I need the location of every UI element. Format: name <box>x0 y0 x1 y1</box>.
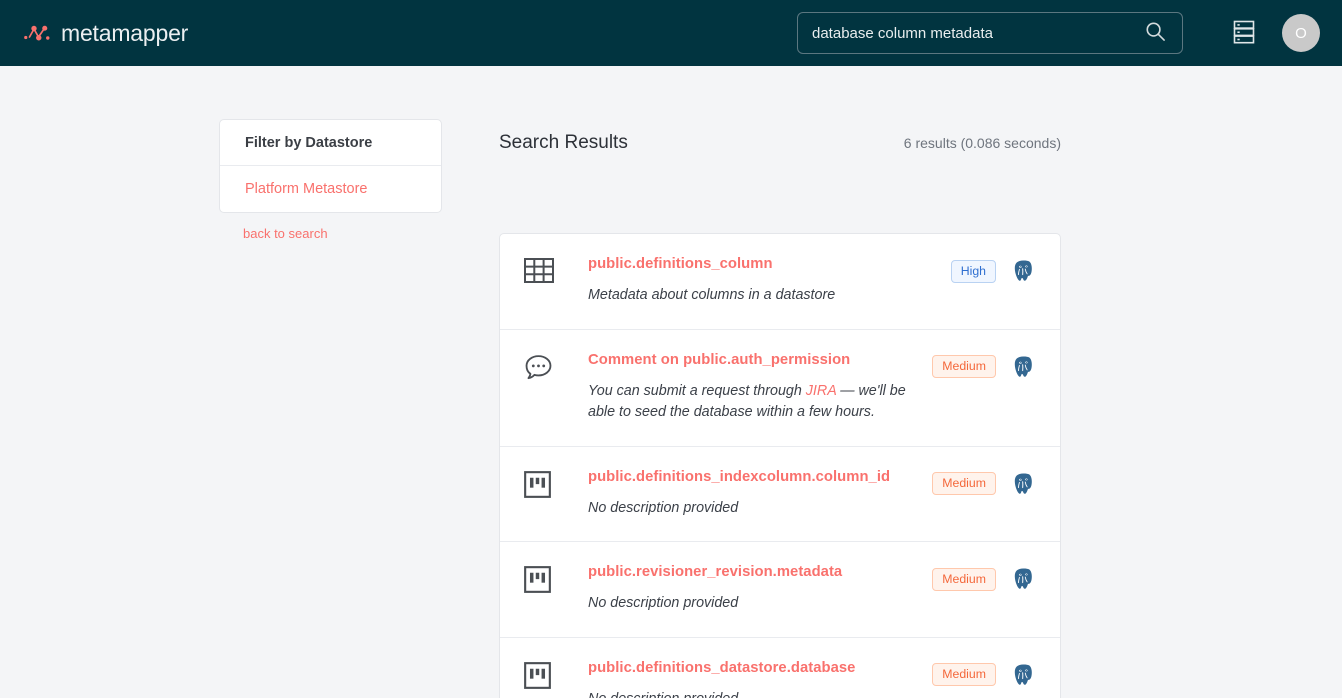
page-content: Filter by Datastore Platform Metastore b… <box>0 66 1342 698</box>
result-meta: Medium <box>932 352 1036 380</box>
table-row[interactable]: public.definitions_indexcolumn.column_id… <box>500 447 1060 543</box>
search-input[interactable] <box>812 24 1143 42</box>
column-icon <box>524 469 560 498</box>
filter-sidebar: Filter by Datastore Platform Metastore b… <box>219 119 442 243</box>
result-description: No description provided <box>588 499 739 516</box>
result-body: public.definitions_column Metadata about… <box>560 256 951 306</box>
result-title-link[interactable]: public.definitions_indexcolumn.column_id <box>588 469 890 485</box>
table-row[interactable]: Comment on public.auth_permission You ca… <box>500 330 1060 447</box>
result-meta: Medium <box>932 469 1036 497</box>
table-grid-icon <box>524 256 560 284</box>
search-box <box>797 12 1183 54</box>
table-row[interactable]: public.definitions_column Metadata about… <box>500 234 1060 330</box>
result-meta: Medium <box>932 564 1036 592</box>
result-description: No description provided <box>588 595 739 612</box>
search-results-list: public.definitions_column Metadata about… <box>499 233 1061 698</box>
server-stack-icon <box>1232 19 1256 48</box>
navbar-actions: O <box>1232 0 1320 66</box>
page-title: Search Results <box>499 131 628 153</box>
result-body: Comment on public.auth_permission You ca… <box>560 352 932 424</box>
result-title-line: public.definitions_indexcolumn.column_id <box>588 469 932 485</box>
column-icon <box>524 564 560 594</box>
result-description: No description provided <box>588 689 932 698</box>
search-results-column: Search Results 6 results (0.086 seconds) <box>499 119 1061 698</box>
result-title-line: Comment on public.auth_permission <box>588 352 932 368</box>
brand-name: metamapper <box>61 19 189 46</box>
postgresql-elephant-icon <box>1010 566 1036 592</box>
result-title-link[interactable]: Comment on public.auth_permission <box>588 352 850 368</box>
search-results-header: Search Results 6 results (0.086 seconds) <box>499 119 1061 180</box>
result-body: public.revisioner_revision.metadata No d… <box>560 564 932 614</box>
status-badge: Medium <box>932 472 996 496</box>
status-badge: Medium <box>932 355 996 379</box>
table-row[interactable]: public.revisioner_revision.metadata No d… <box>500 542 1060 638</box>
table-row[interactable]: public.definitions_datastore.database No… <box>500 638 1060 698</box>
brand-logo-link[interactable]: metamapper <box>24 20 188 47</box>
postgresql-elephant-icon <box>1010 354 1036 380</box>
search-icon <box>1145 21 1166 45</box>
global-search <box>797 12 1183 54</box>
result-meta: High <box>950 256 1036 284</box>
result-title-line: public.definitions_column <box>588 256 951 272</box>
result-title-line: public.revisioner_revision.metadata <box>588 564 932 580</box>
filter-card-title: Filter by Datastore <box>220 120 441 166</box>
result-body: public.definitions_indexcolumn.column_id… <box>560 469 932 519</box>
user-avatar[interactable]: O <box>1282 14 1320 52</box>
avatar-initial: O <box>1295 24 1307 42</box>
jira-link[interactable]: JIRA <box>806 383 836 399</box>
column-icon <box>524 660 560 689</box>
postgresql-elephant-icon <box>1010 258 1036 284</box>
result-meta: Medium <box>932 660 1036 688</box>
status-badge: Medium <box>932 567 996 591</box>
status-badge: High <box>950 259 996 283</box>
result-title-line: public.definitions_datastore.database <box>588 660 932 676</box>
result-description: Metadata about columns in a datastore <box>588 287 836 304</box>
postgresql-elephant-icon <box>1010 471 1036 497</box>
datastores-nav-button[interactable] <box>1232 19 1256 48</box>
comment-bubble-icon <box>524 352 560 382</box>
back-to-search-link[interactable]: back to search <box>243 226 328 241</box>
filter-by-datastore-card: Filter by Datastore Platform Metastore <box>219 119 442 213</box>
search-submit-button[interactable] <box>1143 21 1168 45</box>
results-count-label: 6 results (0.086 seconds) <box>903 134 1061 151</box>
result-title-link[interactable]: public.definitions_column <box>588 256 773 272</box>
sidebar-item-platform-metastore[interactable]: Platform Metastore <box>220 166 441 212</box>
result-description: You can submit a request through JIRA — … <box>588 381 932 424</box>
result-description-prefix: You can submit a request through <box>588 382 806 399</box>
result-body: public.definitions_datastore.database No… <box>560 660 932 698</box>
top-navbar: metamapper database column metadata O <box>0 0 1342 66</box>
postgresql-elephant-icon <box>1010 662 1036 688</box>
status-badge: Medium <box>932 663 996 687</box>
result-title-link[interactable]: public.definitions_datastore.database <box>588 660 855 676</box>
result-title-link[interactable]: public.revisioner_revision.metadata <box>588 564 842 580</box>
network-nodes-icon <box>24 22 52 44</box>
